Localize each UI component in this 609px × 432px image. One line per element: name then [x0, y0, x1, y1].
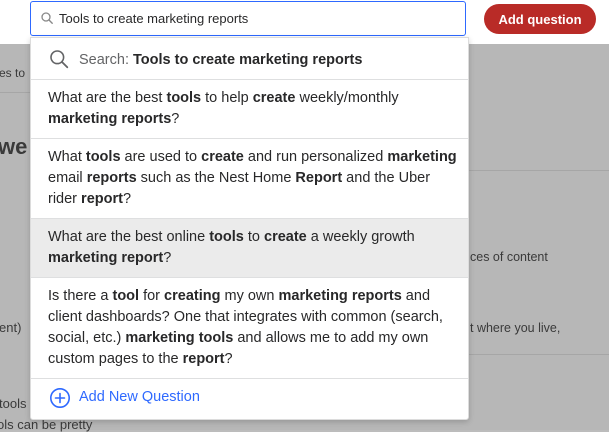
suggestion-fragment: to help — [201, 90, 253, 106]
suggestion-fragment: my own — [220, 288, 279, 304]
matched-keyword: marketing tools — [125, 330, 234, 346]
suggestion-fragment: Is there a — [48, 288, 113, 304]
add-question-button[interactable]: Add question — [484, 4, 596, 34]
matched-keyword: tools — [166, 90, 202, 106]
suggestion-text: What tools are used to create and run pe… — [48, 147, 458, 210]
suggestion-fragment: ? — [171, 111, 180, 127]
background-text-fragment: ces of content — [470, 250, 548, 264]
suggestion-item[interactable]: What tools are used to create and run pe… — [31, 139, 468, 219]
matched-keyword: create — [264, 229, 307, 245]
suggestion-fragment: are used to — [120, 149, 202, 165]
matched-keyword: marketing reports — [278, 288, 402, 304]
background-text-fragment: we — [0, 134, 28, 159]
search-box[interactable] — [30, 1, 466, 36]
suggestion-fragment: ? — [163, 250, 172, 266]
suggestion-fragment: and run personalized — [243, 149, 388, 165]
matched-keyword: reports — [86, 170, 137, 186]
background-divider — [0, 92, 30, 93]
matched-keyword: marketing reports — [48, 111, 172, 127]
plus-circle-icon — [50, 388, 70, 408]
suggestion-item[interactable]: Is there a tool for creating my own mark… — [31, 278, 468, 379]
search-suggestions-dropdown: Search: Tools to create marketing report… — [30, 37, 469, 420]
search-icon — [50, 50, 69, 69]
suggestion-fragment: a weekly growth — [306, 229, 415, 245]
search-prefix-label: Search: — [79, 52, 129, 68]
search-icon — [41, 12, 53, 24]
suggestion-fragment: ? — [122, 191, 132, 207]
suggestion-text: What are the best tools to help create w… — [48, 88, 458, 130]
matched-keyword: creating — [164, 288, 221, 304]
matched-keyword: marketing report — [48, 250, 164, 266]
suggestion-item[interactable]: What are the best online tools to create… — [31, 219, 468, 278]
matched-keyword: report — [182, 351, 225, 367]
suggestion-fragment: What are the best — [48, 90, 167, 106]
search-query-text: Search: Tools to create marketing report… — [79, 50, 362, 70]
suggestion-fragment: ? — [224, 351, 233, 367]
matched-keyword: report — [81, 191, 123, 207]
search-input[interactable] — [59, 2, 459, 34]
background-text-fragment: es to — [0, 66, 26, 80]
suggestion-text: Is there a tool for creating my own mark… — [48, 286, 458, 370]
suggestion-item[interactable]: What are the best tools to help create w… — [31, 80, 468, 139]
matched-keyword: create — [201, 149, 244, 165]
suggestion-fragment: email — [48, 170, 87, 186]
matched-keyword: tools — [85, 149, 121, 165]
add-new-question-row[interactable]: Add New Question — [31, 379, 468, 419]
background-divider — [467, 170, 609, 171]
add-new-question-label: Add New Question — [79, 389, 200, 405]
suggestion-text: What are the best online tools to create… — [48, 227, 458, 269]
suggestion-fragment: to — [243, 229, 265, 245]
search-query-row[interactable]: Search: Tools to create marketing report… — [31, 38, 468, 80]
suggestion-fragment: What are the best online — [48, 229, 210, 245]
background-text-fragment: ent) — [0, 320, 22, 335]
matched-keyword: tool — [112, 288, 140, 304]
matched-keyword: marketing — [387, 149, 457, 165]
matched-keyword: create — [252, 90, 296, 106]
suggestion-fragment: for — [139, 288, 165, 304]
matched-keyword: tools — [209, 229, 244, 245]
matched-keyword: Report — [295, 170, 343, 186]
background-text-fragment: t where you live, — [470, 321, 561, 335]
suggestion-fragment: What — [48, 149, 86, 165]
suggestion-fragment: weekly/monthly — [295, 90, 399, 106]
search-query-value: Tools to create marketing reports — [133, 52, 363, 68]
background-text-fragment: tools — [0, 396, 27, 411]
suggestion-fragment: such as the Nest Home — [136, 170, 296, 186]
background-divider — [467, 354, 609, 355]
